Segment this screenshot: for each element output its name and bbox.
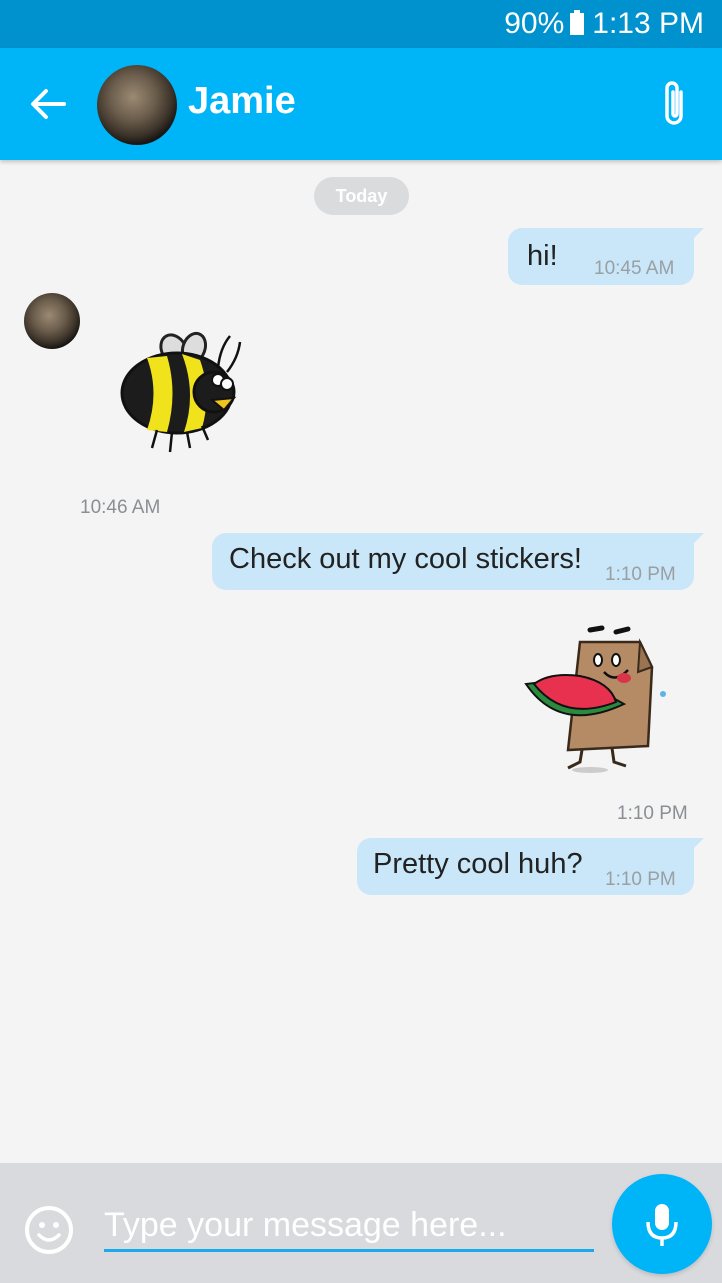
bee-sticker[interactable] <box>112 328 252 463</box>
contact-avatar[interactable] <box>97 65 177 145</box>
contact-avatar-small[interactable] <box>24 293 80 349</box>
message-text: Check out my cool stickers! <box>229 543 582 575</box>
message-time: 1:10 PM <box>605 564 676 585</box>
smiley-face-icon[interactable] <box>24 1205 74 1255</box>
microphone-icon <box>646 1204 678 1246</box>
clock: 1:13 PM <box>592 7 704 40</box>
date-divider: Today <box>314 177 409 215</box>
contact-name[interactable]: Jamie <box>188 80 296 123</box>
message-text: Pretty cool huh? <box>373 848 583 880</box>
message-input[interactable]: Type your message here... <box>104 1201 594 1252</box>
status-bar: 90% 1:13 PM <box>0 0 722 48</box>
battery-icon <box>570 10 585 35</box>
message-time: 1:10 PM <box>617 803 688 824</box>
message-time: 1:10 PM <box>605 869 676 890</box>
outgoing-message[interactable]: Pretty cool huh? 1:10 PM <box>357 838 704 895</box>
message-time: 10:46 AM <box>80 497 161 518</box>
message-time: 10:45 AM <box>594 258 675 279</box>
outgoing-message[interactable]: Check out my cool stickers! 1:10 PM <box>212 533 704 590</box>
outgoing-message[interactable]: hi! 10:45 AM <box>508 228 704 285</box>
paperclip-icon[interactable] <box>657 78 693 130</box>
message-text: hi! <box>527 240 558 272</box>
back-arrow-icon[interactable] <box>28 84 68 124</box>
watermelon-bag-sticker[interactable] <box>520 622 670 777</box>
battery-percentage: 90% <box>504 7 565 40</box>
chat-header: Jamie <box>0 48 722 160</box>
microphone-button[interactable] <box>612 1174 712 1274</box>
message-composer: Type your message here... <box>0 1163 722 1283</box>
